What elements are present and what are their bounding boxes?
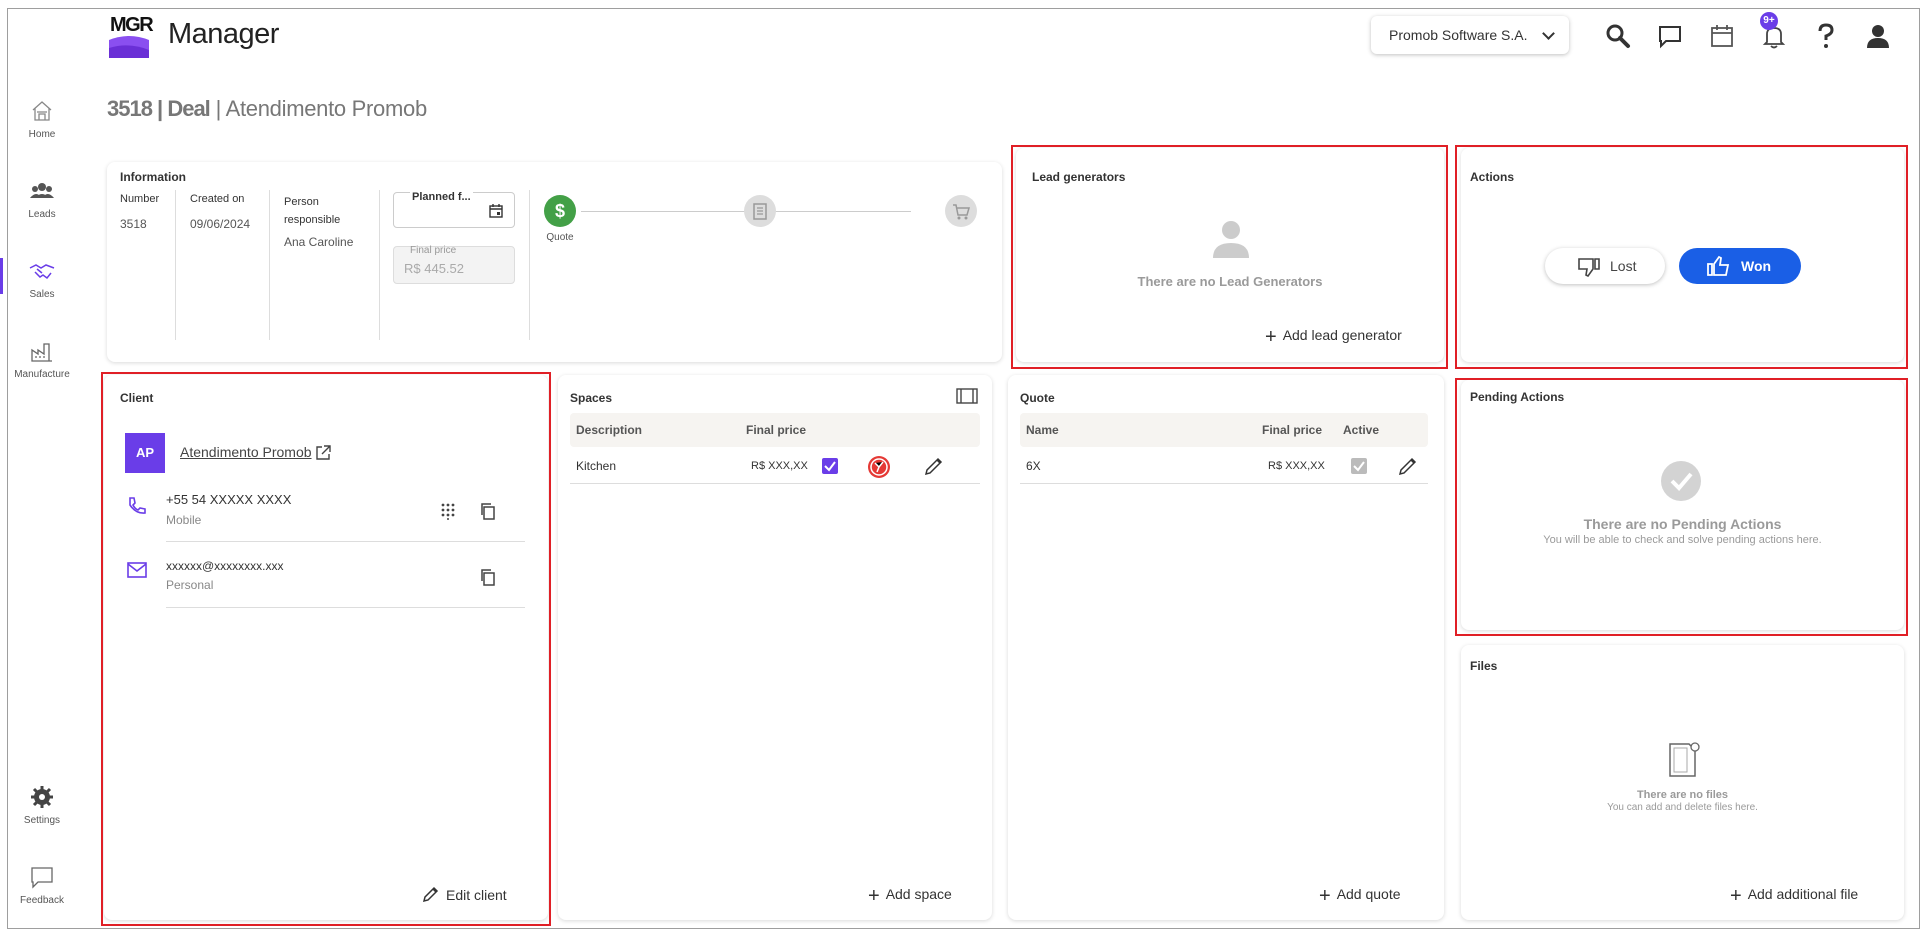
logo-text: MGR (110, 14, 154, 36)
final-price-label: Final price (410, 245, 457, 256)
chevron-down-icon (1542, 27, 1555, 40)
files-card: Files There are no files You can add and… (1461, 645, 1904, 920)
add-additional-file-button[interactable]: + Add additional file (1730, 885, 1858, 908)
col-description: Description (576, 423, 643, 437)
add-quote-button[interactable]: + Add quote (1319, 885, 1401, 908)
app-title: Manager (168, 18, 279, 50)
people-icon (30, 183, 54, 198)
nav-settings-label: Settings (23, 815, 61, 826)
created-label: Created on (190, 193, 245, 205)
plus-icon: + (1319, 885, 1331, 907)
quote-price: R$ XXX,XX (1268, 460, 1325, 472)
col-active: Active (1343, 423, 1380, 437)
step-quote-label: Quote (546, 232, 574, 243)
add-space-button[interactable]: + Add space (868, 885, 952, 908)
promob-render-icon[interactable] (866, 454, 892, 480)
calendar-icon[interactable] (488, 203, 504, 219)
feedback-icon (31, 867, 53, 889)
home-icon (32, 101, 52, 121)
add-quote-label: Add quote (1336, 886, 1401, 902)
add-additional-file-label: Add additional file (1747, 886, 1859, 902)
document-icon (1669, 742, 1700, 777)
space-checkbox[interactable] (822, 458, 838, 474)
notification-badge: 9+ (1760, 12, 1778, 30)
information-title: Information (120, 170, 186, 184)
highlight-pending-actions (1455, 378, 1908, 636)
help-icon[interactable] (1810, 20, 1842, 52)
col-name: Name (1026, 423, 1059, 437)
pencil-icon[interactable] (1397, 455, 1419, 477)
gear-icon (31, 786, 53, 808)
highlight-actions (1455, 145, 1908, 369)
handshake-icon (29, 264, 55, 280)
spaces-table-header: Description Final price (570, 413, 980, 447)
quote-active-checkbox (1351, 458, 1367, 474)
organization-select[interactable]: Promob Software S.A. (1371, 16, 1569, 54)
nav-manufacture-label: Manufacture (14, 369, 70, 380)
quote-table-header: Name Final price Active (1020, 413, 1428, 447)
highlight-client (101, 372, 551, 926)
table-row[interactable]: Kitchen R$ XXX,XX (570, 447, 980, 483)
files-empty-sub: You can add and delete files here. (1607, 802, 1758, 813)
quote-card: Quote Name Final price Active 6X R$ XXX,… (1008, 375, 1444, 920)
space-price: R$ XXX,XX (751, 460, 808, 472)
deal-name: | Atendimento Promob (215, 96, 428, 121)
add-space-label: Add space (885, 886, 952, 902)
divider (570, 483, 980, 484)
files-title: Files (1470, 659, 1498, 673)
spaces-card: Spaces Description Final price Kitchen R… (558, 375, 992, 920)
highlight-lead-generators (1011, 145, 1448, 369)
col-final-price: Final price (746, 423, 807, 437)
divider (1020, 483, 1428, 484)
files-empty-title: There are no files (1636, 789, 1729, 801)
planned-label: Planned f... (410, 191, 473, 203)
final-price-value: R$ 445.52 (404, 261, 464, 276)
planned-date-field[interactable]: Planned f... (393, 191, 515, 228)
pencil-icon[interactable] (923, 455, 945, 477)
nav-manufacture[interactable]: Manufacture (0, 336, 84, 380)
plus-icon: + (868, 885, 880, 907)
nav-leads-label: Leads (28, 209, 56, 220)
search-icon[interactable] (1602, 20, 1634, 52)
created-value: 09/06/2024 (190, 217, 251, 231)
nav-home-label: Home (28, 129, 56, 140)
quote-title: Quote (1020, 391, 1055, 405)
calendar-icon[interactable] (1706, 20, 1738, 52)
organization-name: Promob Software S.A. (1389, 27, 1528, 43)
nav-sales[interactable]: Sales (0, 256, 84, 300)
page-title: 3518 | Deal | Atendimento Promob (107, 96, 427, 122)
cart-icon[interactable] (945, 195, 977, 227)
dollar-icon[interactable]: $ (544, 195, 576, 227)
nav-leads[interactable]: Leads (0, 176, 84, 220)
nav-sales-label: Sales (29, 289, 55, 300)
spaces-title: Spaces (570, 391, 613, 405)
nav-feedback-label: Feedback (20, 895, 64, 906)
plus-icon: + (1730, 885, 1742, 907)
clipboard-icon[interactable] (744, 195, 776, 227)
person-value: Ana Caroline (284, 235, 354, 249)
information-card: Information Number 3518 Created on 09/06… (107, 162, 1002, 362)
nav-settings[interactable]: Settings (0, 782, 84, 826)
view-columns-icon[interactable] (955, 387, 979, 405)
number-label: Number (120, 193, 160, 205)
nav-feedback[interactable]: Feedback (0, 862, 84, 906)
chat-icon[interactable] (1654, 20, 1686, 52)
app-logo[interactable]: MGR (103, 10, 154, 60)
person-label: Person responsible (284, 196, 341, 226)
table-row[interactable]: 6X R$ XXX,XX (1020, 447, 1428, 483)
number-value: 3518 (120, 217, 147, 231)
deal-id: 3518 | Deal (107, 96, 211, 121)
final-price-field: Final price R$ 445.52 (393, 245, 515, 284)
quote-name: 6X (1026, 459, 1041, 473)
user-account-icon[interactable] (1862, 20, 1894, 52)
col-final-price: Final price (1262, 423, 1323, 437)
factory-icon (31, 343, 52, 362)
nav-home[interactable]: Home (0, 96, 84, 140)
space-description: Kitchen (576, 459, 617, 473)
